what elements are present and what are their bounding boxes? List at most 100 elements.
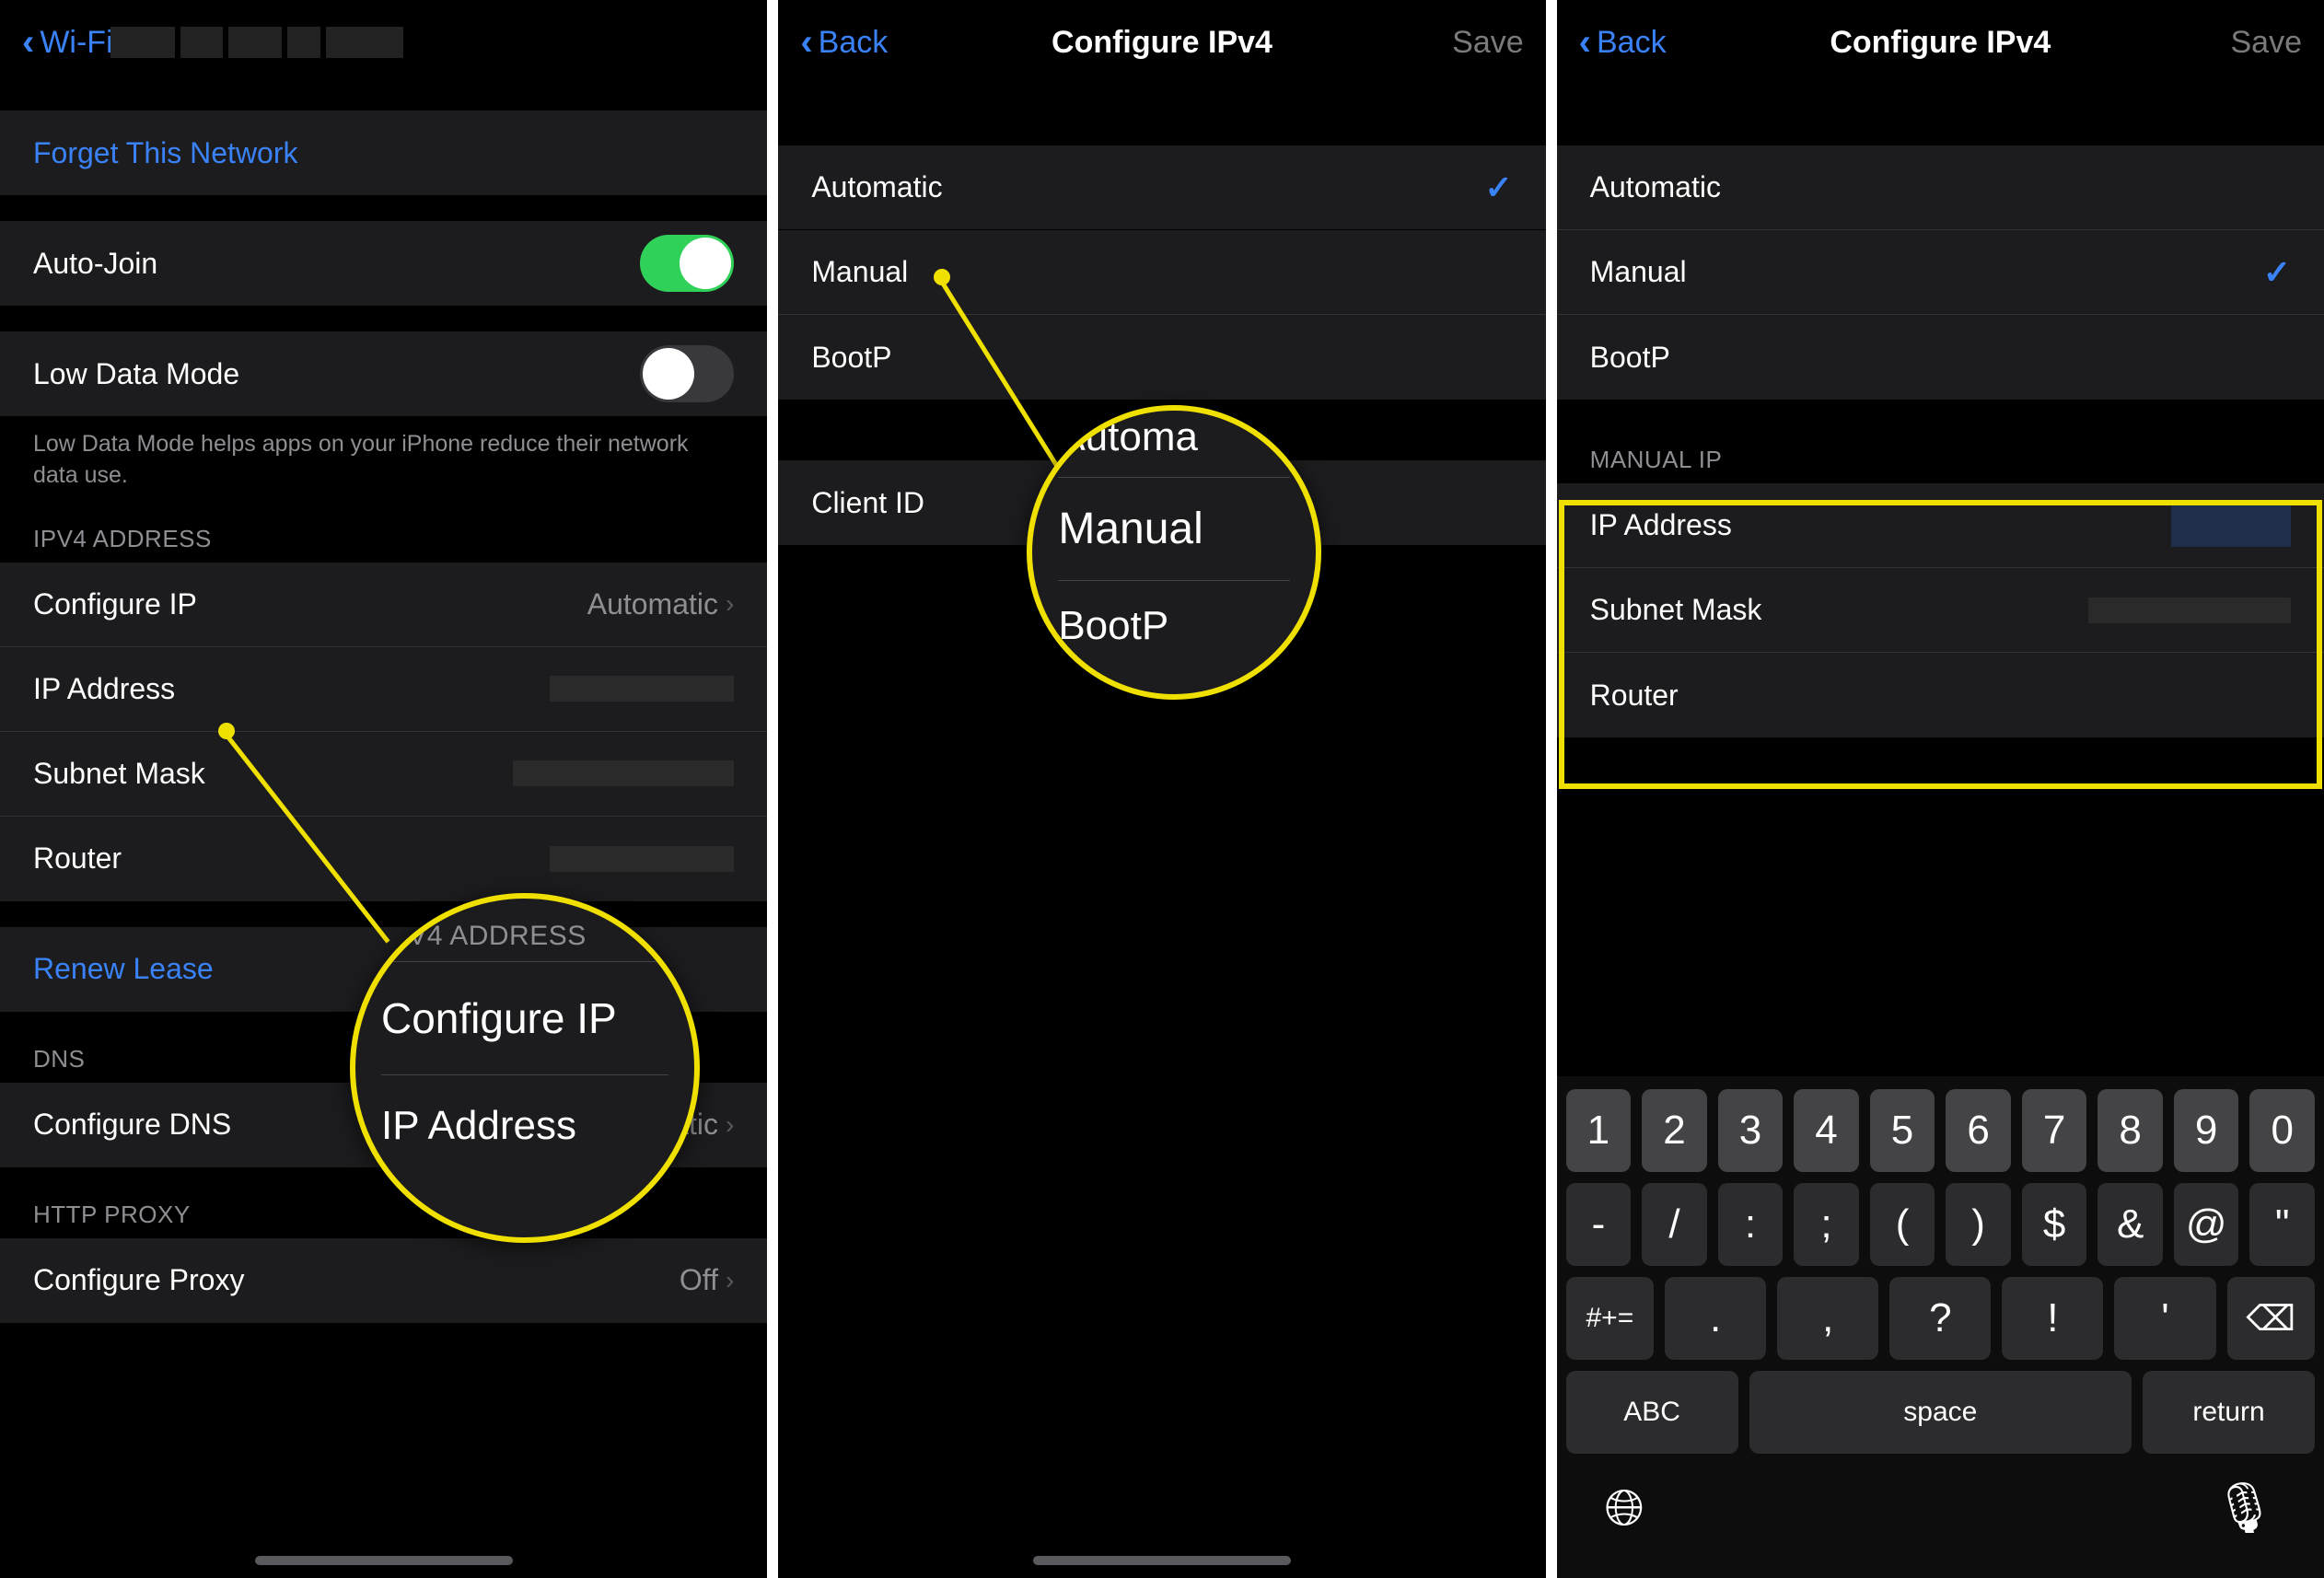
ip-address-label: IP Address [1590, 508, 2171, 542]
chevron-left-icon: ‹ [1579, 22, 1591, 64]
auto-join-label: Auto-Join [33, 247, 640, 281]
checkmark-icon: ✓ [2263, 253, 2291, 292]
ipv4-header: IPV4 ADDRESS [0, 492, 767, 563]
key-apos[interactable]: ' [2114, 1277, 2215, 1360]
option-manual-label: Manual [811, 255, 1512, 289]
mic-icon[interactable]: 🎙︎ [2213, 1479, 2276, 1537]
key-question[interactable]: ? [1889, 1277, 1991, 1360]
nav-bar: ‹ Back Configure IPv4 Save [1557, 0, 2324, 85]
configure-proxy-value: Off [680, 1263, 718, 1297]
globe-icon[interactable]: 🌐︎ [1605, 1479, 1644, 1537]
key-6[interactable]: 6 [1946, 1089, 2011, 1172]
key-3[interactable]: 3 [1718, 1089, 1784, 1172]
configure-ip-row[interactable]: Configure IP Automatic › [0, 563, 767, 647]
key-lparen[interactable]: ( [1870, 1183, 1935, 1266]
nav-bar: ‹ Back Configure IPv4 Save [778, 0, 1545, 85]
low-data-toggle[interactable] [640, 345, 734, 402]
option-bootp-label: BootP [811, 341, 1512, 375]
key-dollar[interactable]: $ [2022, 1183, 2087, 1266]
zoom-row-manual: Manual [1058, 477, 1290, 580]
key-backspace[interactable]: ⌫ [2227, 1277, 2315, 1360]
option-automatic[interactable]: Automatic [1557, 145, 2324, 230]
option-manual[interactable]: Manual [778, 230, 1545, 315]
key-amp[interactable]: & [2097, 1183, 2163, 1266]
option-bootp[interactable]: BootP [1557, 315, 2324, 400]
option-automatic-label: Automatic [811, 170, 1484, 204]
ip-address-row: IP Address [0, 647, 767, 732]
router-label: Router [1590, 679, 2291, 713]
zoom-row-ip-address: IP Address [381, 1074, 668, 1167]
key-abc[interactable]: ABC [1566, 1371, 1738, 1454]
ip-address-redacted [2171, 505, 2291, 547]
key-comma[interactable]: , [1777, 1277, 1878, 1360]
option-manual-label: Manual [1590, 255, 2263, 289]
key-5[interactable]: 5 [1870, 1089, 1935, 1172]
key-at[interactable]: @ [2174, 1183, 2239, 1266]
router-field[interactable]: Router [1557, 653, 2324, 737]
key-7[interactable]: 7 [2022, 1089, 2087, 1172]
page-title: Configure IPv4 [778, 25, 1545, 61]
panel-wifi-detail: ‹ Wi-Fi Forget This Network Auto-Join Lo… [0, 0, 767, 1578]
auto-join-toggle[interactable] [640, 235, 734, 292]
option-manual[interactable]: Manual ✓ [1557, 230, 2324, 315]
option-automatic[interactable]: Automatic ✓ [778, 145, 1545, 230]
key-return[interactable]: return [2143, 1371, 2315, 1454]
key-2[interactable]: 2 [1642, 1089, 1707, 1172]
configure-ip-label: Configure IP [33, 587, 587, 621]
subnet-redacted [513, 760, 734, 786]
key-semi[interactable]: ; [1794, 1183, 1859, 1266]
ip-address-field[interactable]: IP Address [1557, 483, 2324, 568]
key-rparen[interactable]: ) [1946, 1183, 2011, 1266]
configure-ip-value: Automatic [587, 587, 718, 621]
option-bootp[interactable]: BootP [778, 315, 1545, 400]
key-8[interactable]: 8 [2097, 1089, 2163, 1172]
key-excl[interactable]: ! [2002, 1277, 2103, 1360]
router-label: Router [33, 841, 550, 876]
chevron-left-icon: ‹ [800, 22, 812, 64]
key-0[interactable]: 0 [2249, 1089, 2315, 1172]
panel-configure-ipv4-auto: ‹ Back Configure IPv4 Save Automatic ✓ M… [778, 0, 1545, 1578]
subnet-label: Subnet Mask [1590, 593, 2088, 627]
ip-address-label: IP Address [33, 672, 550, 706]
save-button[interactable]: Save [1452, 25, 1524, 61]
back-label: Back [819, 25, 889, 61]
network-name-redacted [110, 27, 460, 58]
back-button[interactable]: ‹ Back [1579, 22, 1667, 64]
key-slash[interactable]: / [1642, 1183, 1707, 1266]
key-9[interactable]: 9 [2174, 1089, 2239, 1172]
home-indicator [255, 1556, 513, 1565]
back-button[interactable]: ‹ Back [800, 22, 888, 64]
forget-network-button[interactable]: Forget This Network [0, 110, 767, 195]
keyboard: 1 2 3 4 5 6 7 8 9 0 - / : ; ( ) $ & @ " … [1557, 1076, 2324, 1578]
manual-ip-header: MANUAL IP [1557, 400, 2324, 483]
configure-proxy-label: Configure Proxy [33, 1263, 680, 1297]
forget-network-label: Forget This Network [33, 136, 298, 170]
back-button[interactable]: ‹ Wi-Fi [22, 22, 113, 64]
key-symbols[interactable]: #+= [1566, 1277, 1654, 1360]
back-label: Wi-Fi [40, 25, 112, 61]
key-quote[interactable]: " [2249, 1183, 2315, 1266]
chevron-right-icon: › [726, 1266, 734, 1295]
key-dash[interactable]: - [1566, 1183, 1632, 1266]
key-space[interactable]: space [1749, 1371, 2132, 1454]
renew-lease-label: Renew Lease [33, 952, 214, 986]
key-colon[interactable]: : [1718, 1183, 1784, 1266]
checkmark-icon: ✓ [1484, 168, 1512, 207]
configure-proxy-row[interactable]: Configure Proxy Off › [0, 1238, 767, 1323]
chevron-right-icon: › [726, 1110, 734, 1140]
subnet-field[interactable]: Subnet Mask [1557, 568, 2324, 653]
key-1[interactable]: 1 [1566, 1089, 1632, 1172]
key-4[interactable]: 4 [1794, 1089, 1859, 1172]
zoom-configure-ip: IPV4 ADDRESS Configure IP IP Address [350, 893, 700, 1243]
save-button[interactable]: Save [2230, 25, 2302, 61]
option-automatic-label: Automatic [1590, 170, 2291, 204]
key-period[interactable]: . [1665, 1277, 1766, 1360]
zoom-row-configure-ip: Configure IP [381, 961, 668, 1074]
subnet-label: Subnet Mask [33, 757, 513, 791]
subnet-redacted [2088, 598, 2291, 623]
router-row: Router [0, 817, 767, 901]
zoom-manual: Automa Manual BootP [1027, 405, 1321, 700]
home-indicator [1033, 1556, 1291, 1565]
back-label: Back [1597, 25, 1667, 61]
low-data-row: Low Data Mode [0, 331, 767, 416]
